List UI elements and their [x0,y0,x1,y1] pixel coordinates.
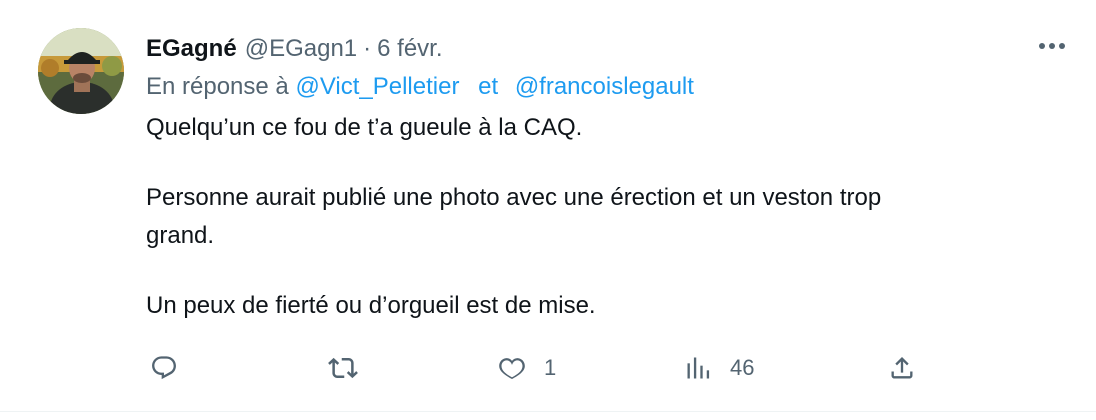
like-button[interactable]: 1 [498,348,556,388]
tweet-date[interactable]: 6 févr. [377,34,442,64]
tweet-header: EGagné @EGagn1 · 6 févr. [146,34,443,64]
like-count: 1 [544,355,557,380]
mention-vict-pelletier[interactable]: @Vict_Pelletier [295,73,459,100]
more-icon [1039,43,1065,49]
header-separator: · [363,35,372,62]
reply-conjunction: et [478,73,499,100]
author-name[interactable]: EGagné [146,34,237,64]
tweet-text-line: grand. [146,222,215,249]
tweet-card[interactable]: EGagné @EGagn1 · 6 févr. En réponse à @V… [0,0,1096,420]
heart-icon [499,358,525,380]
retweet-button[interactable] [328,348,376,388]
views-button[interactable]: 46 [684,348,754,388]
views-icon [687,357,710,379]
divider [0,411,1096,412]
reply-icon [152,356,176,380]
tweet-text-line: Personne aurait publié une photo avec un… [146,184,882,211]
tweet-actions-bar: 1 46 [0,348,1096,388]
more-options-button[interactable] [1032,34,1072,58]
tweet-text-line: Un peux de fierté ou d’orgueil est de mi… [146,292,596,319]
avatar[interactable] [38,28,124,114]
reply-button[interactable] [150,348,196,388]
tweet-text-line: Quelqu’un ce fou de t’a gueule à la CAQ. [146,114,583,141]
author-handle[interactable]: @EGagn1 [245,34,357,64]
retweet-icon [328,357,358,379]
views-count: 46 [730,355,755,380]
share-icon [891,357,913,379]
mention-francoislegault[interactable]: @francoislegault [515,73,694,100]
reply-context: En réponse à @Vict_Pelletier et @francoi… [146,72,694,102]
share-button[interactable] [888,348,934,388]
avatar-image [38,28,124,114]
reply-prefix: En réponse à [146,73,289,100]
